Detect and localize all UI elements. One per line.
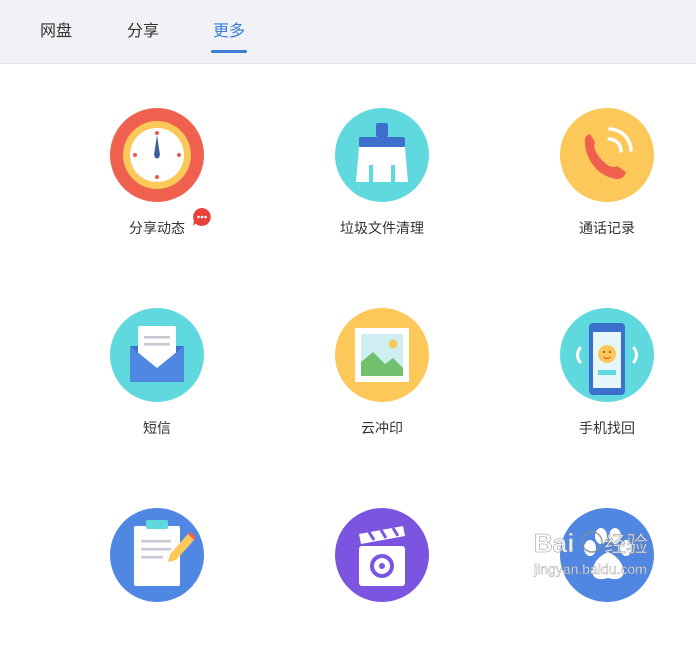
grid-item-find-phone[interactable]: 手机找回 [527,308,687,458]
item-label: 短信 [143,421,171,437]
notification-badge-icon [193,208,211,226]
grid-item-call-log[interactable]: 通话记录 [527,108,687,258]
clipboard-icon [110,508,204,602]
tab-netdisk[interactable]: 网盘 [40,20,72,42]
video-icon [335,508,429,602]
photo-icon [335,308,429,402]
item-label: 垃圾文件清理 [340,221,424,237]
active-tab-indicator [211,50,247,53]
envelope-icon [110,308,204,402]
find-phone-icon [560,308,654,402]
svg-text:Bai: Bai [534,528,574,558]
grid-item-cloud-print[interactable]: 云冲印 [302,308,462,458]
tab-more[interactable]: 更多 [213,20,245,42]
phone-icon [560,108,654,202]
svg-text:jingyan.baidu.com: jingyan.baidu.com [533,561,647,577]
item-label: 云冲印 [361,421,403,437]
item-label: 通话记录 [579,221,635,237]
grid-item-junk-cleanup[interactable]: 垃圾文件清理 [302,108,462,258]
grid-item-sms[interactable]: 短信 [77,308,237,458]
grid-item-notes[interactable] [77,508,237,658]
tab-share[interactable]: 分享 [127,20,159,42]
brush-icon [335,108,429,202]
item-label: 手机找回 [579,421,635,437]
baidu-jingyan-watermark: Bai 经验 jingyan.baidu.com [533,528,649,578]
clock-icon [110,108,204,202]
tab-bar: 网盘 分享 更多 [0,0,696,64]
svg-text:经验: 经验 [604,533,648,558]
item-label: 分享动态 [129,221,185,237]
grid-item-video[interactable] [302,508,462,658]
grid-item-share-activity[interactable]: 分享动态 [77,108,237,258]
